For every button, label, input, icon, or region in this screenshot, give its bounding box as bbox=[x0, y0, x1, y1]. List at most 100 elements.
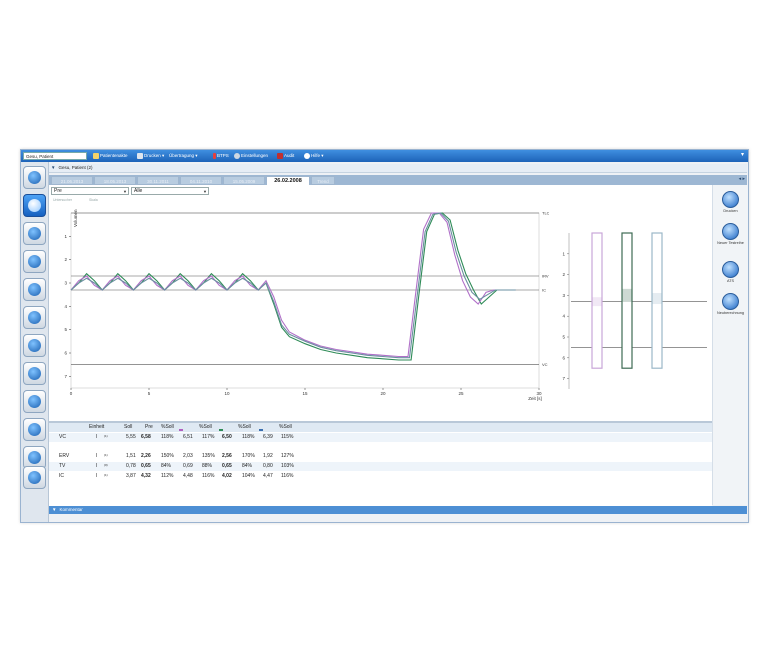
cell-pct-soll: 117% bbox=[202, 434, 215, 440]
y-tick-label: 4 bbox=[562, 314, 565, 319]
col-header: %Soll bbox=[199, 424, 212, 430]
sidebar-button-5[interactable] bbox=[23, 306, 46, 329]
module-icon bbox=[28, 255, 41, 268]
tab-scroll-icon[interactable]: ◂ ▸ bbox=[739, 176, 745, 182]
tab-date[interactable]: 04.11.2010 bbox=[180, 176, 222, 185]
cell-pre-value: 4,32 bbox=[141, 473, 151, 479]
module-icon bbox=[28, 227, 41, 240]
print-button[interactable]: Drucken bbox=[717, 191, 744, 213]
cell-pct-soll: 103% bbox=[281, 463, 294, 469]
new-test-button[interactable]: Neuer Testreihe bbox=[717, 223, 744, 245]
tab-trend[interactable]: Trend bbox=[311, 176, 335, 185]
cell-row-name: VC bbox=[59, 434, 66, 440]
sidebar-button-spirometry[interactable] bbox=[23, 194, 46, 217]
scope-select[interactable]: Alle ▼ bbox=[131, 187, 209, 195]
cell-pct-soll: 127% bbox=[281, 453, 294, 459]
cell-pre-value: 6,58 bbox=[141, 434, 151, 440]
x-tick-label: 15 bbox=[302, 391, 308, 396]
sidebar-button-7[interactable] bbox=[23, 362, 46, 385]
toolbar-uebertragung[interactable]: Übertragung ▾ bbox=[169, 152, 198, 160]
cell-row-name: IC bbox=[59, 473, 64, 479]
phase-select[interactable]: Pre ▼ bbox=[51, 187, 129, 195]
gear-icon bbox=[234, 152, 240, 159]
comment-bar[interactable]: ▼ Kommentar bbox=[49, 506, 747, 514]
tab-date[interactable]: 21.06.2013 bbox=[51, 176, 93, 185]
tab-date[interactable]: 30.11.2011 bbox=[137, 176, 179, 185]
x-axis-label: Zeit [s] bbox=[528, 396, 542, 401]
y-tick-label: 7 bbox=[562, 376, 565, 381]
cell-pct-soll: 112% bbox=[161, 473, 174, 479]
module-icon bbox=[28, 423, 41, 436]
col-header: %Soll bbox=[161, 424, 174, 430]
cell-pct-soll: 84% bbox=[161, 463, 172, 469]
table-header-row: Einheit Soll Pre %Soll %Soll %Soll %Soll bbox=[49, 423, 712, 432]
col-header: %Soll bbox=[279, 424, 292, 430]
chevron-down-icon: ▼ bbox=[203, 189, 207, 194]
ats-icon bbox=[722, 261, 739, 278]
cell-unit: l bbox=[96, 453, 98, 459]
toolbar: Gesu, Patient Patientenakte Drucken ▾ Üb… bbox=[21, 150, 748, 162]
reference-label: IC bbox=[542, 288, 546, 293]
y-tick-label: 5 bbox=[562, 335, 565, 340]
sidebar-button-6[interactable] bbox=[23, 334, 46, 357]
toolbar-patientenakte[interactable]: Patientenakte bbox=[93, 152, 128, 160]
printer-icon bbox=[722, 191, 739, 208]
tab-date[interactable]: 18.05.2013 bbox=[94, 176, 136, 185]
window-menu-icon[interactable]: ▾ bbox=[741, 151, 744, 158]
y-tick-label: 5 bbox=[64, 327, 67, 332]
plot-area bbox=[70, 212, 540, 389]
cell-unit-sup: (0) bbox=[104, 463, 108, 467]
reference-label: VC bbox=[542, 362, 548, 367]
results-table: Einheit Soll Pre %Soll %Soll %Soll %Soll… bbox=[49, 421, 712, 507]
help-icon bbox=[304, 152, 310, 159]
content-area: ▼ Gesu, Patient (2) 21.06.2013 18.05.2013… bbox=[49, 162, 748, 522]
y-tick-label: 6 bbox=[64, 351, 67, 356]
y-tick-label: 7 bbox=[64, 374, 67, 379]
y-tick-label: 1 bbox=[562, 251, 565, 256]
sidebar-button-home[interactable] bbox=[23, 166, 46, 189]
lung-icon bbox=[28, 199, 41, 212]
cell-unit-sup: (1) bbox=[104, 434, 108, 438]
cell-pct-soll: 118% bbox=[242, 434, 255, 440]
cell-value: 0,80 bbox=[263, 463, 273, 469]
cell-unit: l bbox=[96, 434, 98, 440]
toolbar-drucken[interactable]: Drucken ▾ bbox=[137, 152, 164, 160]
volume-time-chart: TLCIRVICVC0 5 10 15 20 25 301234567Zeit [s]Vol… bbox=[64, 209, 549, 401]
swatch bbox=[259, 428, 263, 431]
cell-value: 0,65 bbox=[222, 463, 232, 469]
patient-select[interactable]: Gesu, Patient bbox=[23, 152, 87, 160]
y-axis-label: Volumen bbox=[73, 209, 78, 227]
recalculate-button[interactable]: Neuberechnung bbox=[717, 293, 744, 315]
toolbar-btps[interactable]: BTPS bbox=[213, 152, 229, 160]
cell-soll: 1,51 bbox=[126, 453, 136, 459]
sidebar-button-4[interactable] bbox=[23, 278, 46, 301]
cell-pct-soll: 115% bbox=[281, 434, 294, 440]
toolbar-einstellungen[interactable]: Einstellungen bbox=[234, 152, 268, 160]
y-tick-label: 2 bbox=[64, 257, 67, 262]
cell-value: 6,51 bbox=[183, 434, 193, 440]
sidebar-button-8[interactable] bbox=[23, 390, 46, 413]
x-tick-label: 10 bbox=[224, 391, 230, 396]
toolbar-audit[interactable]: Audit bbox=[277, 152, 294, 160]
action-bar: Drucken Neuer Testreihe ATS Neuberechnun… bbox=[712, 185, 748, 505]
ats-button[interactable]: ATS bbox=[717, 261, 744, 283]
swatch bbox=[219, 428, 223, 431]
sidebar-button-2[interactable] bbox=[23, 222, 46, 245]
cell-value: 4,48 bbox=[183, 473, 193, 479]
main-panel: Pre ▼ Alle ▼ Untersucher Skala TLC IRV IC VC 0… bbox=[49, 185, 712, 507]
sidebar-button-power[interactable] bbox=[23, 466, 46, 489]
app-window: Gesu, Patient Patientenakte Drucken ▾ Üb… bbox=[20, 149, 749, 523]
section-header[interactable]: ▼ Gesu, Patient (2) bbox=[49, 164, 747, 173]
cell-pct-soll: 135% bbox=[202, 453, 215, 459]
tab-date-active[interactable]: 26.02.2008 bbox=[266, 176, 310, 185]
tab-date[interactable]: 15.05.2009 bbox=[223, 176, 265, 185]
chevron-down-icon: ▼ bbox=[123, 189, 127, 194]
cell-pct-soll: 150% bbox=[161, 453, 174, 459]
sidebar-button-9[interactable] bbox=[23, 418, 46, 441]
x-tick-label: 0 bbox=[70, 391, 73, 396]
toolbar-hilfe[interactable]: Hilfe ▾ bbox=[304, 152, 324, 160]
cell-soll: 0,78 bbox=[126, 463, 136, 469]
cell-pct-soll: 84% bbox=[242, 463, 253, 469]
sidebar-button-3[interactable] bbox=[23, 250, 46, 273]
cell-pct-soll: 118% bbox=[161, 434, 174, 440]
